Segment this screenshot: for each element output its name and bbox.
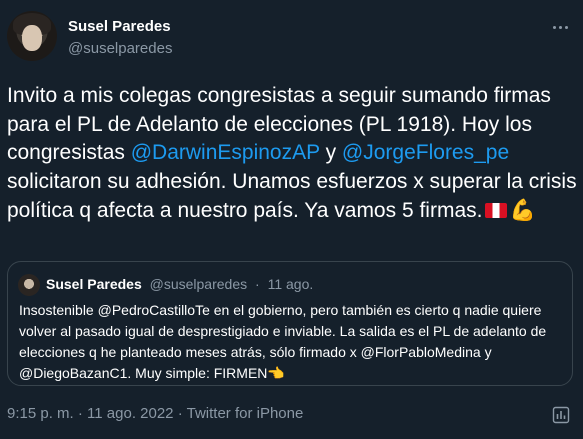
author-display-name[interactable]: Susel Paredes <box>68 18 171 35</box>
quoted-separator: · <box>255 276 260 292</box>
analytics-icon[interactable] <box>551 405 571 425</box>
quoted-handle: @suselparedes <box>149 276 248 292</box>
pointing-left-icon: 👈 <box>267 366 285 382</box>
avatar-face <box>22 25 42 51</box>
quoted-header: Susel Paredes @suselparedes · 11 ago. <box>46 276 313 292</box>
flexed-biceps-icon: 💪 <box>509 198 536 222</box>
quoted-display-name: Susel Paredes <box>46 276 142 292</box>
tweet-source[interactable]: Twitter for iPhone <box>187 405 304 422</box>
tweet-footer: 9:15 p. m. · 11 ago. 2022 · Twitter for … <box>7 405 303 422</box>
more-horizontal-icon[interactable] <box>549 22 571 32</box>
footer-separator: · <box>77 405 83 422</box>
avatar[interactable] <box>7 11 57 61</box>
mention-link[interactable]: @JorgeFlores_pe <box>342 141 509 164</box>
quoted-tweet[interactable]: Susel Paredes @suselparedes · 11 ago. In… <box>7 261 573 386</box>
tweet-text-part: y <box>319 141 342 164</box>
quoted-date: 11 ago. <box>267 276 314 292</box>
quoted-avatar <box>18 274 40 296</box>
tweet-time[interactable]: 9:15 p. m. <box>7 405 74 422</box>
quoted-text: Insostenible @PedroCastilloTe en el gobi… <box>19 300 567 385</box>
tweet-date[interactable]: 11 ago. 2022 <box>87 405 173 422</box>
mention-link[interactable]: @DarwinEspinozAP <box>131 141 320 164</box>
author-handle[interactable]: @suselparedes <box>68 40 172 57</box>
peru-flag-icon <box>485 203 508 218</box>
footer-separator: · <box>177 405 183 422</box>
tweet-text: Invito a mis colegas congresistas a segu… <box>7 82 579 226</box>
